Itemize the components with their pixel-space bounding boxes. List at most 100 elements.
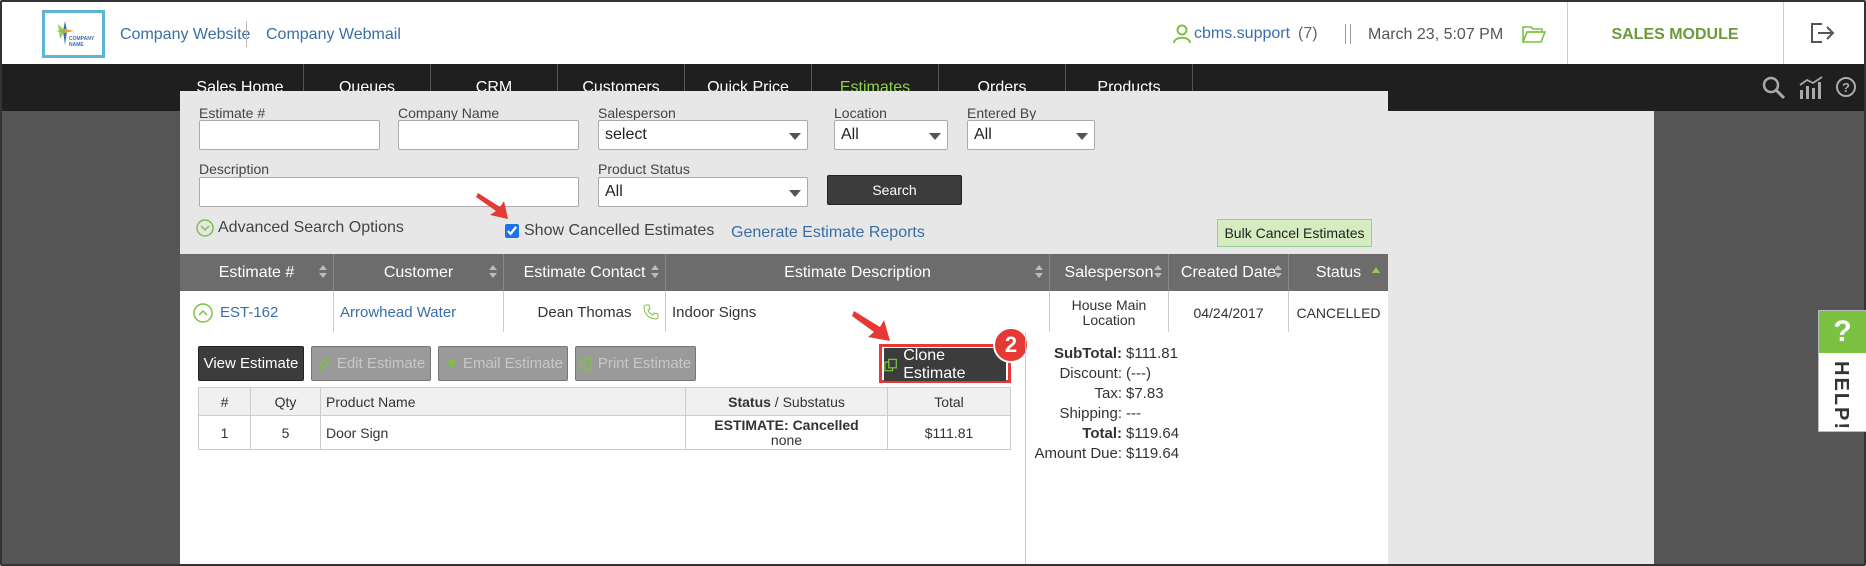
email-estimate-button[interactable]: Email Estimate: [438, 346, 568, 381]
show-cancelled-toggle[interactable]: Show Cancelled Estimates: [505, 222, 714, 240]
salesperson-select[interactable]: select: [598, 120, 808, 150]
help-tab[interactable]: ? HELP!: [1818, 310, 1866, 432]
amount-due-label: Amount Due:: [1034, 445, 1122, 462]
generate-reports-link[interactable]: Generate Estimate Reports: [731, 224, 925, 242]
entered-by-label: Entered By: [967, 105, 1037, 121]
search-icon[interactable]: [1762, 76, 1786, 100]
col-num: #: [198, 387, 251, 416]
col-total: Total: [887, 387, 1011, 416]
logo-text: COMPANY NAME: [69, 36, 95, 48]
estimate-number-input[interactable]: [199, 120, 380, 150]
customer-link[interactable]: Arrowhead Water: [340, 304, 456, 321]
annotation-arrow-icon: [476, 193, 508, 219]
user-notification-count: (7): [1298, 25, 1318, 42]
user-icon: [1173, 24, 1191, 44]
advanced-search-toggle[interactable]: Advanced Search Options: [196, 219, 404, 237]
svg-text:?: ?: [1842, 80, 1850, 95]
subtotal-label: SubTotal:: [1053, 345, 1122, 362]
tax-label: Tax:: [1094, 385, 1122, 402]
column-salesperson[interactable]: Salesperson: [1050, 254, 1169, 291]
sort-icon: [1035, 265, 1043, 279]
divider: [1345, 24, 1351, 44]
clone-estimate-button[interactable]: Clone Estimate: [884, 346, 1006, 382]
product-total: $111.81: [887, 415, 1011, 450]
total-label: Total:: [1082, 425, 1122, 442]
bulk-cancel-button[interactable]: Bulk Cancel Estimates: [1217, 219, 1372, 247]
cell-estimate-number: EST-162: [180, 291, 334, 334]
contact-name: Dean Thomas: [537, 304, 632, 321]
email-estimate-label: Email Estimate: [462, 355, 564, 372]
folder-icon[interactable]: [1522, 24, 1546, 44]
product-status-select[interactable]: All: [598, 177, 808, 207]
column-estimate-contact[interactable]: Estimate Contact: [504, 254, 666, 291]
sort-icon: [1154, 265, 1162, 279]
product-status-value: All: [605, 183, 623, 200]
chevron-down-icon: [929, 133, 941, 140]
clone-estimate-label: Clone Estimate: [903, 346, 966, 382]
clone-highlight: Clone Estimate: [879, 344, 1011, 383]
view-estimate-button[interactable]: View Estimate: [198, 346, 304, 381]
tax-value: $7.83: [1126, 385, 1164, 402]
entered-by-value: All: [974, 126, 992, 143]
estimate-number-label: Estimate #: [199, 105, 266, 121]
cell-status: CANCELLED: [1296, 304, 1381, 321]
entered-by-select[interactable]: All: [967, 120, 1095, 150]
company-logo[interactable]: COMPANY NAME: [42, 10, 105, 58]
sort-icon: [651, 265, 659, 279]
document-icon: [580, 356, 592, 371]
advanced-search-label: Advanced Search Options: [218, 219, 404, 236]
location-value: All: [841, 126, 859, 143]
column-customer[interactable]: Customer: [334, 254, 504, 291]
company-name-input[interactable]: [398, 120, 579, 150]
top-header: COMPANY NAME Company Website Company Web…: [2, 2, 1864, 64]
edit-estimate-button[interactable]: Edit Estimate: [311, 346, 431, 381]
show-cancelled-label: Show Cancelled Estimates: [524, 222, 715, 239]
sort-icon: [319, 265, 327, 279]
product-name: Door Sign: [320, 415, 686, 450]
company-website-link[interactable]: Company Website: [120, 26, 250, 44]
table-row[interactable]: EST-162 Arrowhead Water Dean Thomas Indo…: [180, 291, 1388, 334]
description-input[interactable]: [199, 177, 579, 207]
column-estimate-number[interactable]: Estimate #: [180, 254, 334, 291]
sales-module-button[interactable]: SALES MODULE: [1568, 2, 1782, 64]
search-panel: Estimate # Company Name Salesperson sele…: [180, 91, 1388, 564]
product-row[interactable]: 1 5 Door Sign ESTIMATE: Cancelled none $1…: [198, 415, 1011, 450]
discount-label: Discount:: [1059, 365, 1122, 382]
col-qty: Qty: [250, 387, 321, 416]
header-label: Salesperson: [1064, 264, 1154, 281]
sort-icon: [1274, 265, 1282, 279]
estimate-detail-panel: View Estimate Edit Estimate Email Estima…: [180, 327, 1388, 564]
show-cancelled-checkbox[interactable]: [505, 224, 519, 238]
header-label: Estimate Contact: [523, 264, 646, 281]
subtotal-value: $111.81: [1126, 345, 1178, 362]
divider: [246, 21, 247, 47]
collapse-row-icon[interactable]: [192, 302, 214, 324]
substatus-header: / Substatus: [770, 393, 845, 410]
column-status[interactable]: Status: [1289, 254, 1388, 291]
chart-icon[interactable]: [1798, 76, 1824, 100]
col-status: Status / Substatus: [685, 387, 888, 416]
phone-icon[interactable]: [643, 304, 659, 320]
description-label: Description: [199, 161, 270, 177]
location-select[interactable]: All: [834, 120, 948, 150]
help-icon[interactable]: ?: [1835, 76, 1857, 98]
product-status-label: Product Status: [598, 161, 690, 177]
shipping-label: Shipping:: [1059, 405, 1122, 422]
header-label: Created Date: [1180, 264, 1277, 281]
print-estimate-button[interactable]: Print Estimate: [575, 346, 696, 381]
header-label: Customer: [383, 264, 454, 281]
edit-estimate-label: Edit Estimate: [336, 355, 426, 372]
current-datetime: March 23, 5:07 PM: [1368, 26, 1504, 43]
product-status: ESTIMATE: Cancelled none: [685, 415, 888, 450]
header-label: Status: [1315, 264, 1362, 281]
column-estimate-description[interactable]: Estimate Description: [666, 254, 1050, 291]
estimate-link[interactable]: EST-162: [220, 304, 278, 321]
search-button[interactable]: Search: [827, 175, 962, 205]
logout-icon[interactable]: [1810, 22, 1836, 44]
user-menu[interactable]: cbms.support (7): [1172, 24, 1318, 44]
edit-icon: [317, 356, 331, 370]
chevron-down-icon: [789, 133, 801, 140]
chevron-circle-down-icon: [196, 219, 214, 237]
column-created-date[interactable]: Created Date: [1169, 254, 1289, 291]
company-webmail-link[interactable]: Company Webmail: [266, 26, 401, 44]
